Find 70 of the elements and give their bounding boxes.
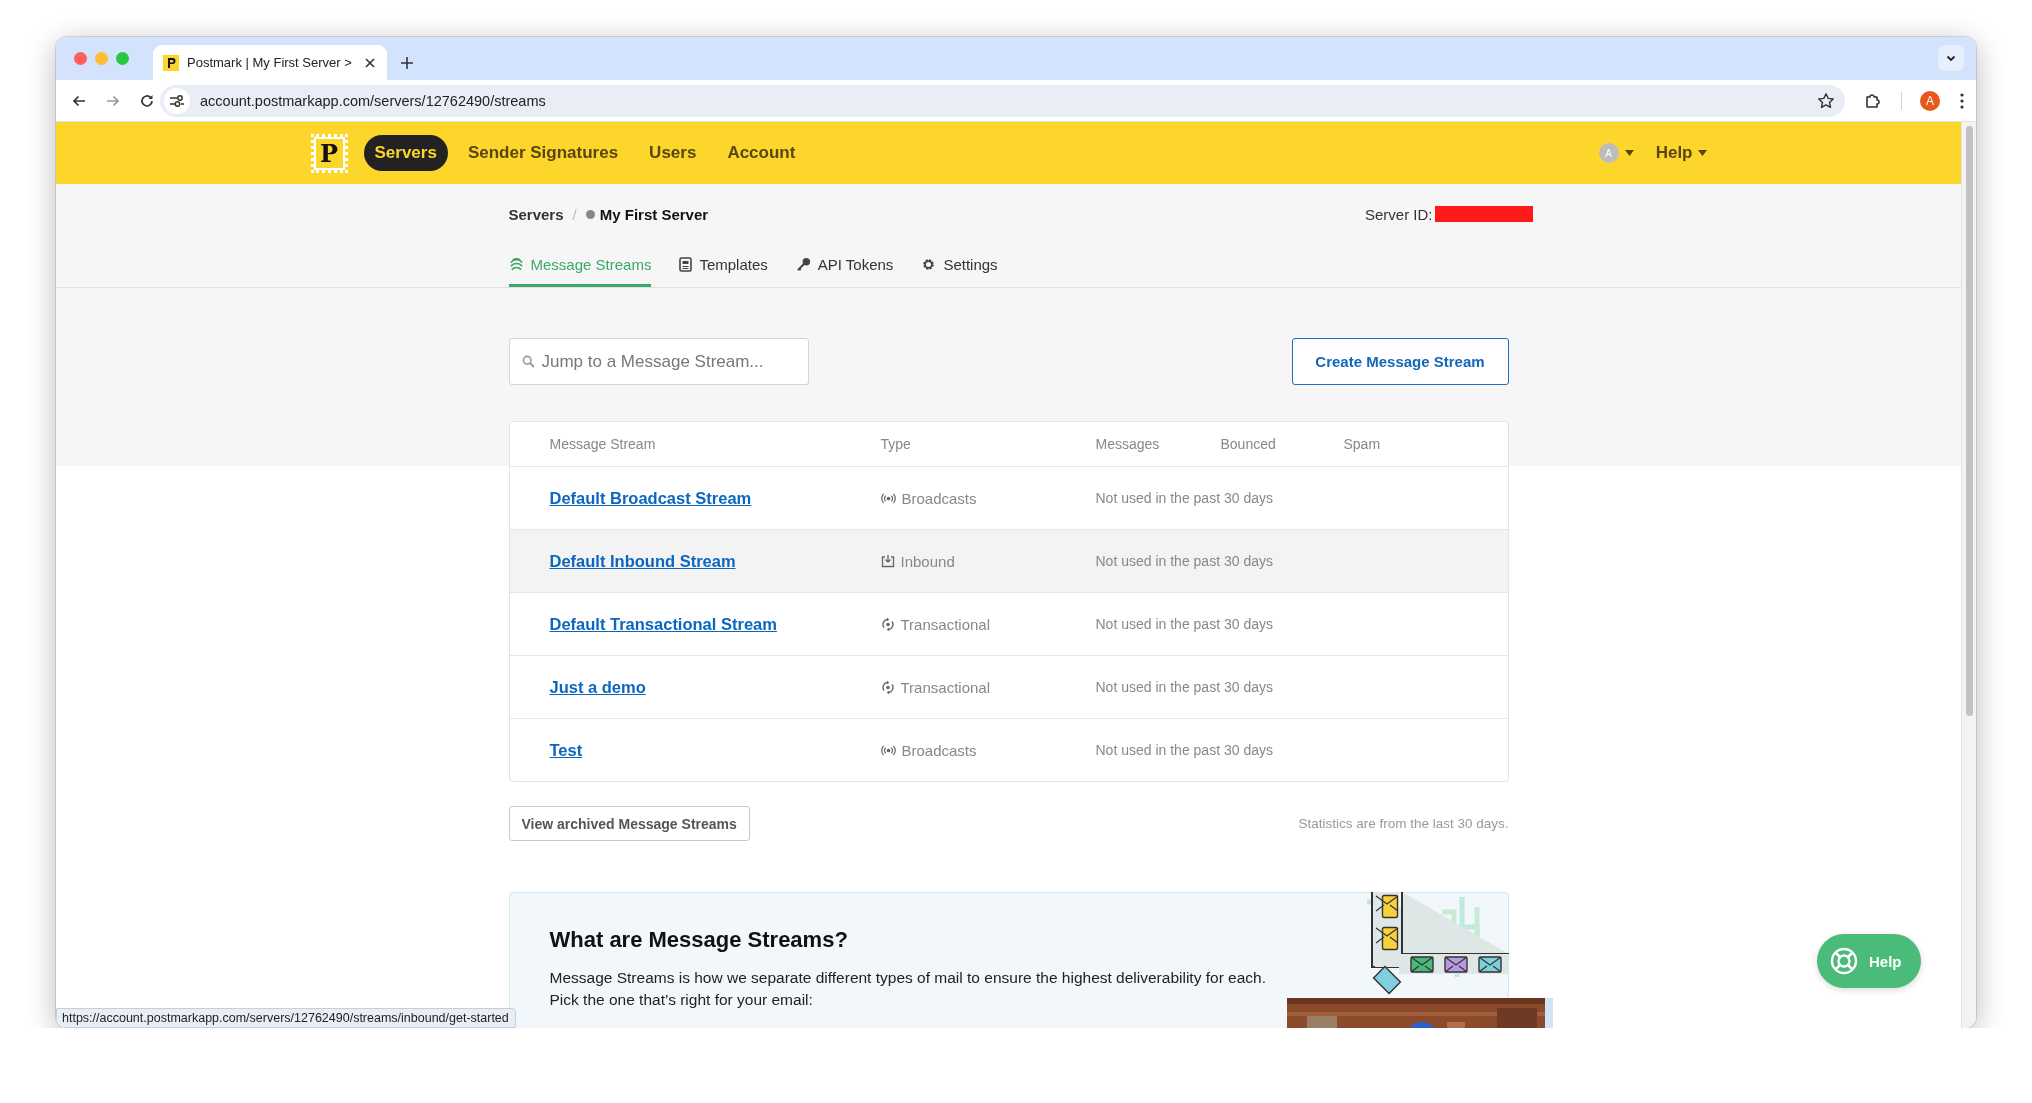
- status-dot: [585, 209, 595, 219]
- card-text: Message Streams is how we separate different types of mail to ensure the highest deliverability for each.: [549, 968, 1268, 988]
- nav-link[interactable]: Users: [638, 135, 708, 171]
- inbox-icon: [880, 554, 895, 568]
- stream-type: Transactional: [880, 678, 1096, 696]
- stream-type: Broadcasts: [880, 741, 1096, 759]
- browser-tab[interactable]: Postmark | My First Server >: [153, 45, 387, 80]
- stream-type: Broadcasts: [880, 489, 1096, 507]
- address-bar[interactable]: account.postmarkapp.com/servers/12762490/streams: [160, 84, 1845, 117]
- card-text: Pick the one that’s right for your email:: [549, 990, 814, 1010]
- usage-note: Not used in the past 30 days: [1095, 616, 1273, 632]
- column-header: Type: [880, 436, 912, 452]
- table-row[interactable]: Test Broadcasts Not used in the past 30 days: [509, 719, 1508, 781]
- stream-type: Transactional: [880, 615, 1096, 633]
- create-stream-button[interactable]: Create Message Stream: [1291, 338, 1509, 385]
- stream-link[interactable]: Just a demo: [549, 677, 646, 697]
- usage-note: Not used in the past 30 days: [1095, 490, 1273, 506]
- tab-title: Postmark | My First Server >: [187, 55, 353, 70]
- lifebuoy-icon: [1829, 946, 1859, 976]
- stream-link[interactable]: Default Inbound Stream: [549, 551, 736, 571]
- section-tab[interactable]: Settings: [921, 244, 998, 287]
- table-row[interactable]: Just a demo Transactional Not used in the past 30 days: [509, 656, 1508, 719]
- close-icon[interactable]: [363, 55, 377, 70]
- nav-link[interactable]: Servers: [363, 135, 448, 171]
- search-field[interactable]: Jump to a Message Stream...: [508, 338, 809, 385]
- stream-link[interactable]: Default Transactional Stream: [549, 614, 777, 634]
- link-preview-url: https://account.postmarkapp.com/servers/12762490/streams/inbound/get-started: [62, 1011, 509, 1025]
- usage-note: Not used in the past 30 days: [1095, 679, 1273, 695]
- caret-icon: [1697, 150, 1707, 156]
- search-icon: [521, 355, 535, 368]
- view-archived-button[interactable]: View archived Message Streams: [508, 806, 750, 841]
- breadcrumb-link[interactable]: Servers: [508, 205, 564, 223]
- section-tab[interactable]: API Tokens: [795, 244, 894, 287]
- stream-link[interactable]: Test: [549, 740, 583, 760]
- stream-type: Inbound: [880, 552, 1096, 570]
- breadcrumb-separator: /: [572, 205, 577, 223]
- section-tab[interactable]: Templates: [679, 244, 768, 287]
- sync-icon: [880, 616, 895, 632]
- profile-avatar[interactable]: A: [1920, 90, 1940, 111]
- document-icon: [679, 256, 693, 272]
- menu-icon[interactable]: [1960, 92, 1964, 109]
- scrollbar-thumb[interactable]: [1965, 126, 1973, 716]
- nav-link[interactable]: Sender Signatures: [456, 135, 630, 171]
- usage-note: Not used in the past 30 days: [1095, 742, 1273, 758]
- help-menu[interactable]: Help: [1655, 143, 1707, 163]
- broadcast-icon: [880, 743, 896, 757]
- tune-icon[interactable]: [169, 93, 185, 108]
- server-id-label: Server ID:: [1365, 205, 1433, 223]
- nav-link[interactable]: Account: [716, 135, 807, 171]
- key-icon: [795, 256, 811, 272]
- stream-link[interactable]: Default Broadcast Stream: [549, 488, 752, 508]
- waves-icon: [508, 256, 524, 272]
- card-heading: What are Message Streams?: [549, 927, 849, 953]
- sync-icon: [880, 679, 895, 695]
- column-header: Messages: [1095, 436, 1161, 452]
- column-header: Message Stream: [549, 436, 657, 452]
- breadcrumb-current: My First Server: [599, 205, 709, 223]
- gear-icon: [921, 256, 937, 272]
- column-header: Spam: [1343, 436, 1382, 452]
- statistics-note: Statistics are from the last 30 days.: [1298, 816, 1509, 831]
- plus-icon[interactable]: [399, 55, 415, 71]
- column-header: Bounced: [1220, 436, 1277, 452]
- table-row[interactable]: Default Transactional Stream Transactional Not used in the past 30 days: [509, 593, 1508, 656]
- star-icon[interactable]: [1817, 91, 1835, 110]
- postmark-logo[interactable]: P: [310, 133, 348, 173]
- broadcast-icon: [880, 491, 896, 505]
- caret-icon[interactable]: [1624, 150, 1634, 156]
- table-row[interactable]: Default Inbound Stream Inbound Not used in the past 30 days: [509, 530, 1508, 593]
- usage-note: Not used in the past 30 days: [1095, 553, 1273, 569]
- tab-list-button[interactable]: [1938, 45, 1964, 71]
